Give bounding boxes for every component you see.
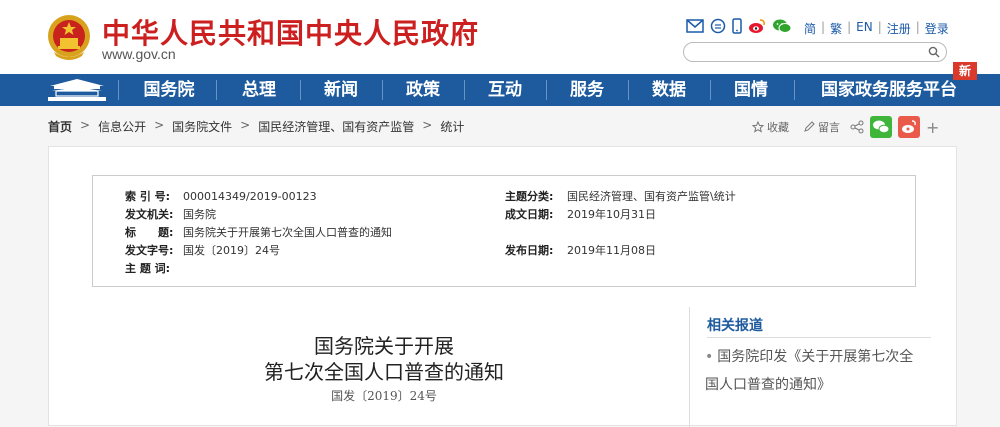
link-register[interactable]: 注册: [887, 20, 911, 37]
breadcrumb-economy[interactable]: 国民经济管理、国有资产监管: [258, 118, 414, 135]
new-badge: 新: [953, 62, 977, 80]
meta-category-label: 主题分类:: [505, 190, 554, 203]
meta-pubdate-value: 2019年11月08日: [567, 244, 656, 257]
share-tools: 收藏 留言 +: [752, 116, 939, 138]
document-title-line2: 第七次全国人口普查的通知: [264, 360, 504, 384]
document-metadata: 索 引 号: 000014349/2019-00123 主题分类: 国民经济管理、国…: [92, 175, 916, 287]
nav-item-news[interactable]: 新闻: [308, 74, 374, 106]
meta-issuer-value: 国务院: [183, 208, 216, 221]
meta-index-value: 000014349/2019-00123: [183, 190, 317, 203]
top-links: 简 | 繁 | EN | 注册 | 登录: [804, 20, 949, 37]
main-nav: 国务院 总理 新闻 政策 互动 服务 数据 国情 国家政务服务平台: [0, 74, 1000, 106]
site-header: 中华人民共和国中央人民政府 www.gov.cn 简 | 繁 | EN | 注册 | 登…: [0, 0, 1000, 74]
pencil-icon: [804, 121, 815, 132]
link-login[interactable]: 登录: [925, 20, 949, 37]
weibo-share-icon[interactable]: [898, 116, 920, 138]
meta-date-label: 成文日期:: [505, 208, 554, 221]
meta-docno-label: 发文字号:: [125, 244, 174, 257]
related-divider: [707, 337, 931, 338]
weibo-icon[interactable]: [748, 18, 766, 34]
breadcrumb-state-council-docs[interactable]: 国务院文件: [172, 118, 232, 135]
search-icon[interactable]: [928, 46, 940, 58]
breadcrumb-statistics[interactable]: 统计: [440, 118, 464, 135]
breadcrumb-bar: 首页 > 信息公开 > 国务院文件 > 国民经济管理、国有资产监管 > 统计 收藏 留言…: [0, 106, 1000, 144]
meta-keywords-label: 主 题 词:: [125, 262, 171, 275]
comment-button[interactable]: 留言: [803, 119, 840, 135]
top-icon-bar: [686, 18, 792, 34]
meta-issuer-label: 发文机关:: [125, 208, 174, 221]
meta-title-label: 标 题:: [125, 226, 174, 239]
meta-title-value: 国务院关于开展第七次全国人口普查的通知: [183, 226, 392, 239]
nav-item-gov-service-platform[interactable]: 国家政务服务平台: [806, 74, 972, 106]
wechat-share-icon[interactable]: [870, 116, 892, 138]
sidebar-divider: [689, 307, 690, 427]
document-title-line1: 国务院关于开展: [314, 334, 454, 358]
related-reports-title: 相关报道: [707, 318, 763, 334]
meta-pubdate-label: 发布日期:: [505, 244, 554, 257]
mail-icon[interactable]: [686, 19, 704, 33]
link-traditional[interactable]: 繁: [830, 20, 842, 37]
favorite-button[interactable]: 收藏: [752, 119, 789, 135]
meta-category-value: 国民经济管理、国有资产监管\统计: [567, 190, 736, 203]
nav-item-data[interactable]: 数据: [636, 74, 702, 106]
nav-item-national-conditions[interactable]: 国情: [718, 74, 784, 106]
nav-item-services[interactable]: 服务: [554, 74, 620, 106]
nav-item-interaction[interactable]: 互动: [472, 74, 538, 106]
document-title: 国务院关于开展 第七次全国人口普查的通知: [169, 333, 599, 385]
meta-docno-value: 国发〔2019〕24号: [183, 244, 280, 257]
link-simplified[interactable]: 简: [804, 20, 816, 37]
more-share-icon[interactable]: +: [926, 118, 939, 137]
related-item-link[interactable]: 国务院印发《关于开展第七次全国人口普查的通知》: [705, 349, 913, 393]
national-emblem-icon[interactable]: [46, 12, 92, 62]
breadcrumb: 首页 > 信息公开 > 国务院文件 > 国民经济管理、国有资产监管 > 统计: [48, 118, 465, 135]
search-input[interactable]: [694, 46, 924, 64]
meta-index-label: 索 引 号:: [125, 190, 171, 203]
nav-item-premier[interactable]: 总理: [226, 74, 292, 106]
nav-item-state-council[interactable]: 国务院: [130, 74, 208, 106]
tiananmen-home-icon[interactable]: [44, 76, 110, 104]
site-domain: www.gov.cn: [102, 46, 176, 62]
meta-date-value: 2019年10月31日: [567, 208, 656, 221]
breadcrumb-home[interactable]: 首页: [48, 118, 72, 135]
search-box: [683, 42, 947, 64]
nav-item-policy[interactable]: 政策: [390, 74, 456, 106]
star-icon: [752, 121, 764, 133]
message-icon[interactable]: [710, 18, 726, 34]
link-english[interactable]: EN: [856, 20, 873, 37]
mobile-icon[interactable]: [732, 18, 742, 34]
document-number: 国发〔2019〕24号: [331, 389, 437, 403]
related-item[interactable]: • 国务院印发《关于开展第七次全国人口普查的通知》: [705, 343, 925, 399]
breadcrumb-info-disclosure[interactable]: 信息公开: [98, 118, 146, 135]
content-panel: 索 引 号: 000014349/2019-00123 主题分类: 国民经济管理、国…: [48, 146, 957, 427]
wechat-icon[interactable]: [772, 18, 792, 34]
share-icon[interactable]: [850, 120, 864, 134]
